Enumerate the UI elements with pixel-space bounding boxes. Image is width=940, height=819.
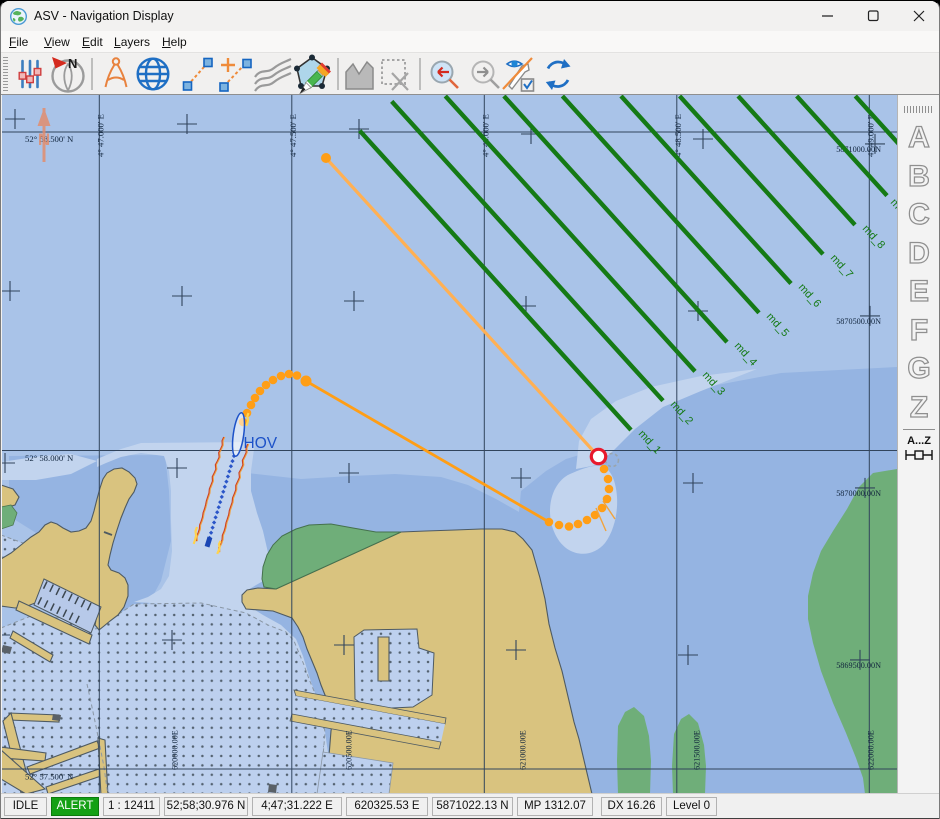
svg-text:4° 47.000' E: 4° 47.000' E [96, 114, 106, 157]
svg-text:52° 57.500' N: 52° 57.500' N [25, 772, 74, 782]
svg-text:622000.00E: 622000.00E [867, 730, 876, 770]
svg-text:5870500.00N: 5870500.00N [836, 317, 881, 326]
svg-text:4° 47.500' E: 4° 47.500' E [288, 114, 298, 157]
svg-text:52° 58.000' N: 52° 58.000' N [25, 453, 74, 463]
svg-text:620000.00E: 620000.00E [171, 730, 180, 770]
svg-text:5869500.00N: 5869500.00N [836, 661, 881, 670]
svg-text:N: N [38, 130, 50, 149]
svg-text:621500.00E: 621500.00E [693, 730, 702, 770]
svg-text:620500.00E: 620500.00E [345, 730, 354, 770]
svg-text:4° 48.500' E: 4° 48.500' E [673, 114, 683, 157]
svg-text:621000.00E: 621000.00E [519, 730, 528, 770]
svg-text:5870000.00N: 5870000.00N [836, 489, 881, 498]
svg-text:N: N [68, 56, 77, 71]
svg-text:HOV: HOV [244, 435, 278, 452]
